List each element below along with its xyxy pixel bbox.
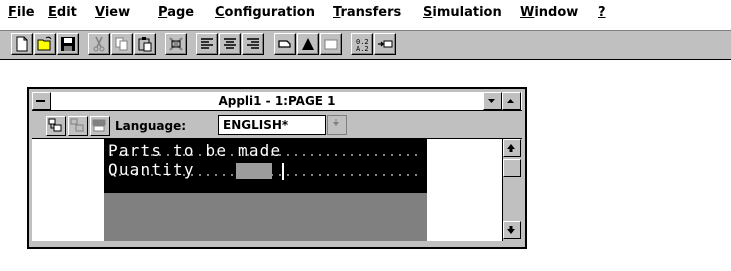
chevron-up-icon bbox=[507, 99, 514, 103]
open-icon bbox=[37, 36, 52, 51]
window-title: Appli1 - 1:PAGE 1 bbox=[218, 94, 336, 108]
align-right-icon bbox=[247, 38, 259, 49]
menu-configuration[interactable]: Configuration bbox=[215, 5, 315, 20]
page-tool-alt-icon bbox=[92, 119, 106, 132]
window-titlebar: Appli1 - 1:PAGE 1 bbox=[32, 92, 522, 111]
toolbar: 0.2 A.2 bbox=[0, 30, 731, 60]
numbers-icon: 0.2A.2 bbox=[356, 38, 369, 52]
scroll-thumb[interactable] bbox=[503, 159, 521, 177]
arrow-up-icon bbox=[507, 144, 515, 152]
copy-button[interactable] bbox=[111, 33, 133, 55]
page-tool-disabled-icon bbox=[70, 118, 84, 132]
menu-help[interactable]: ? bbox=[598, 5, 606, 20]
align-center-button[interactable] bbox=[219, 33, 241, 55]
page-tool-button-2[interactable] bbox=[68, 116, 88, 136]
save-button[interactable] bbox=[57, 33, 79, 55]
frame-icon bbox=[278, 40, 291, 48]
minimize-button[interactable] bbox=[483, 92, 502, 110]
terminal-screen[interactable]: Parts to be made Quantity bbox=[104, 139, 427, 241]
grayed-box-button[interactable] bbox=[320, 33, 342, 55]
menu-edit[interactable]: Edit bbox=[48, 5, 77, 20]
page-tool-button-1[interactable] bbox=[46, 116, 66, 136]
page-tool-icon bbox=[48, 118, 62, 132]
copy-icon bbox=[115, 37, 128, 51]
page-tool-button-3[interactable] bbox=[90, 116, 110, 136]
menu-page[interactable]: Page bbox=[158, 5, 194, 20]
language-value: ENGLISH* bbox=[223, 118, 289, 132]
line-parts-to-be-made: Parts to be made bbox=[108, 141, 282, 160]
triangle-icon bbox=[302, 38, 314, 50]
chevron-down-icon bbox=[488, 99, 495, 103]
arrow-box-button[interactable] bbox=[374, 33, 396, 55]
paste-button[interactable] bbox=[134, 33, 156, 55]
vertical-scrollbar[interactable] bbox=[502, 139, 521, 241]
align-left-button[interactable] bbox=[196, 33, 218, 55]
language-dropdown-button[interactable] bbox=[327, 115, 347, 135]
menu-transfers[interactable]: Transfers bbox=[333, 5, 401, 20]
menu-view[interactable]: View bbox=[95, 5, 130, 20]
paste-icon bbox=[138, 37, 152, 52]
arrow-down-icon bbox=[507, 226, 515, 234]
new-icon bbox=[16, 36, 28, 52]
delete-icon bbox=[169, 37, 183, 51]
triangle-button[interactable] bbox=[297, 33, 319, 55]
language-select[interactable]: ENGLISH* bbox=[218, 115, 326, 135]
scroll-up-button[interactable] bbox=[503, 139, 521, 157]
align-right-button[interactable] bbox=[242, 33, 264, 55]
page-content: Parts to be made Quantity bbox=[32, 139, 502, 241]
menu-file[interactable]: File bbox=[8, 5, 35, 20]
cut-icon bbox=[93, 36, 105, 52]
frame-button[interactable] bbox=[274, 33, 296, 55]
new-button[interactable] bbox=[11, 33, 33, 55]
delete-button[interactable] bbox=[165, 33, 187, 55]
maximize-button[interactable] bbox=[502, 92, 521, 110]
line-quantity: Quantity bbox=[108, 160, 195, 179]
cut-button[interactable] bbox=[88, 33, 110, 55]
save-icon bbox=[61, 37, 75, 51]
align-center-icon bbox=[224, 38, 236, 49]
child-window: Appli1 - 1:PAGE 1 Language: ENGLISH* Par… bbox=[27, 87, 527, 249]
language-label: Language: bbox=[115, 119, 187, 133]
quantity-input[interactable] bbox=[236, 163, 272, 179]
menu-window[interactable]: Window bbox=[520, 5, 578, 20]
menu-bar: File Edit View Page Configuration Transf… bbox=[0, 0, 731, 24]
scroll-down-button[interactable] bbox=[503, 221, 521, 239]
terminal-text-area: Parts to be made Quantity bbox=[104, 139, 427, 193]
arrow-box-icon bbox=[378, 40, 393, 48]
svg-text:A.2: A.2 bbox=[356, 45, 369, 52]
chevron-down-icon bbox=[333, 119, 339, 126]
menu-simulation[interactable]: Simulation bbox=[423, 5, 502, 20]
language-bar: Language: ENGLISH* bbox=[32, 112, 522, 139]
numbers-button[interactable]: 0.2 A.2 bbox=[351, 33, 373, 55]
text-cursor bbox=[282, 163, 284, 180]
align-left-icon bbox=[201, 38, 213, 49]
grayed-box-icon bbox=[324, 39, 338, 50]
open-button[interactable] bbox=[34, 33, 56, 55]
